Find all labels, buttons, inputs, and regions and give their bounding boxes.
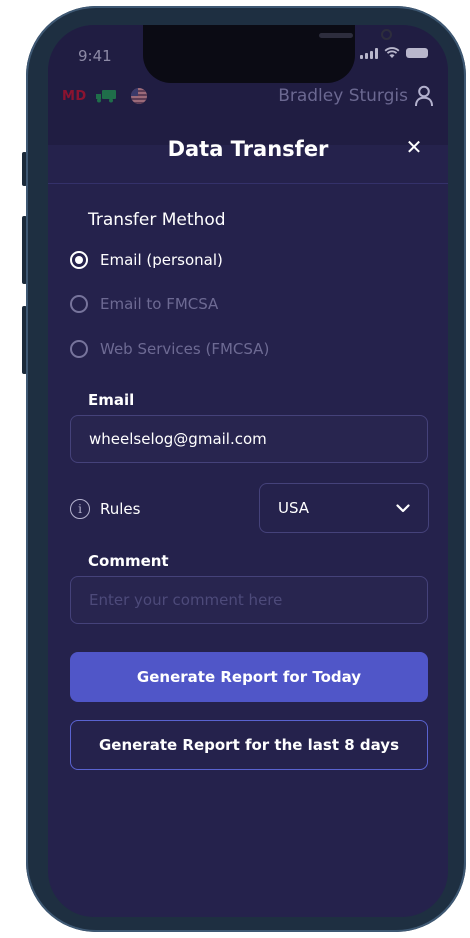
transfer-method-label: Transfer Method [88, 210, 226, 230]
top-bar: MD Bradley Sturgis [62, 83, 434, 109]
comment-field[interactable]: Enter your comment here [70, 576, 428, 624]
truck-icon [95, 90, 116, 103]
notch [143, 25, 392, 83]
rules-select[interactable]: USA [259, 483, 429, 533]
email-field[interactable]: wheelselog@gmail.com [70, 415, 428, 463]
speaker [319, 33, 353, 38]
radio-email-fmcsa[interactable]: Email to FMCSA [70, 295, 218, 313]
rules-label: Rules [100, 500, 141, 518]
user-icon [415, 85, 433, 107]
system-icons [360, 47, 428, 59]
comment-label: Comment [88, 552, 169, 570]
generate-last-days-button[interactable]: Generate Report for the last 8 days [70, 720, 428, 770]
cellular-signal-icon [360, 47, 378, 59]
radio-selected-icon [70, 251, 88, 269]
radio-unselected-icon [70, 295, 88, 313]
radio-label: Email (personal) [100, 251, 223, 269]
close-icon[interactable]: ✕ [404, 137, 424, 157]
radio-label: Email to FMCSA [100, 295, 219, 313]
chevron-down-icon [396, 503, 410, 512]
rules-row: i Rules [70, 499, 140, 519]
generate-today-button[interactable]: Generate Report for Today [70, 652, 428, 702]
screen: 9:41 MD Bradley Sturgis Data Transfer ✕ … [48, 25, 448, 917]
info-icon[interactable]: i [70, 499, 90, 519]
battery-icon [406, 48, 428, 58]
front-camera [381, 29, 392, 40]
email-label: Email [88, 391, 135, 409]
wifi-icon [384, 47, 400, 58]
us-flag-icon [130, 88, 147, 104]
driver-profile[interactable]: Bradley Sturgis [278, 85, 434, 107]
radio-email-personal[interactable]: Email (personal) [70, 251, 223, 269]
radio-label: Web Services (FMCSA) [100, 340, 270, 358]
state-code: MD [62, 88, 87, 104]
modal-header: Data Transfer ✕ [48, 123, 448, 184]
driver-name: Bradley Sturgis [278, 86, 408, 106]
radio-web-services-fmcsa[interactable]: Web Services (FMCSA) [70, 340, 269, 358]
status-time: 9:41 [78, 47, 112, 65]
page-title: Data Transfer [167, 137, 329, 161]
rules-selected-value: USA [278, 499, 310, 517]
radio-unselected-icon [70, 340, 88, 358]
